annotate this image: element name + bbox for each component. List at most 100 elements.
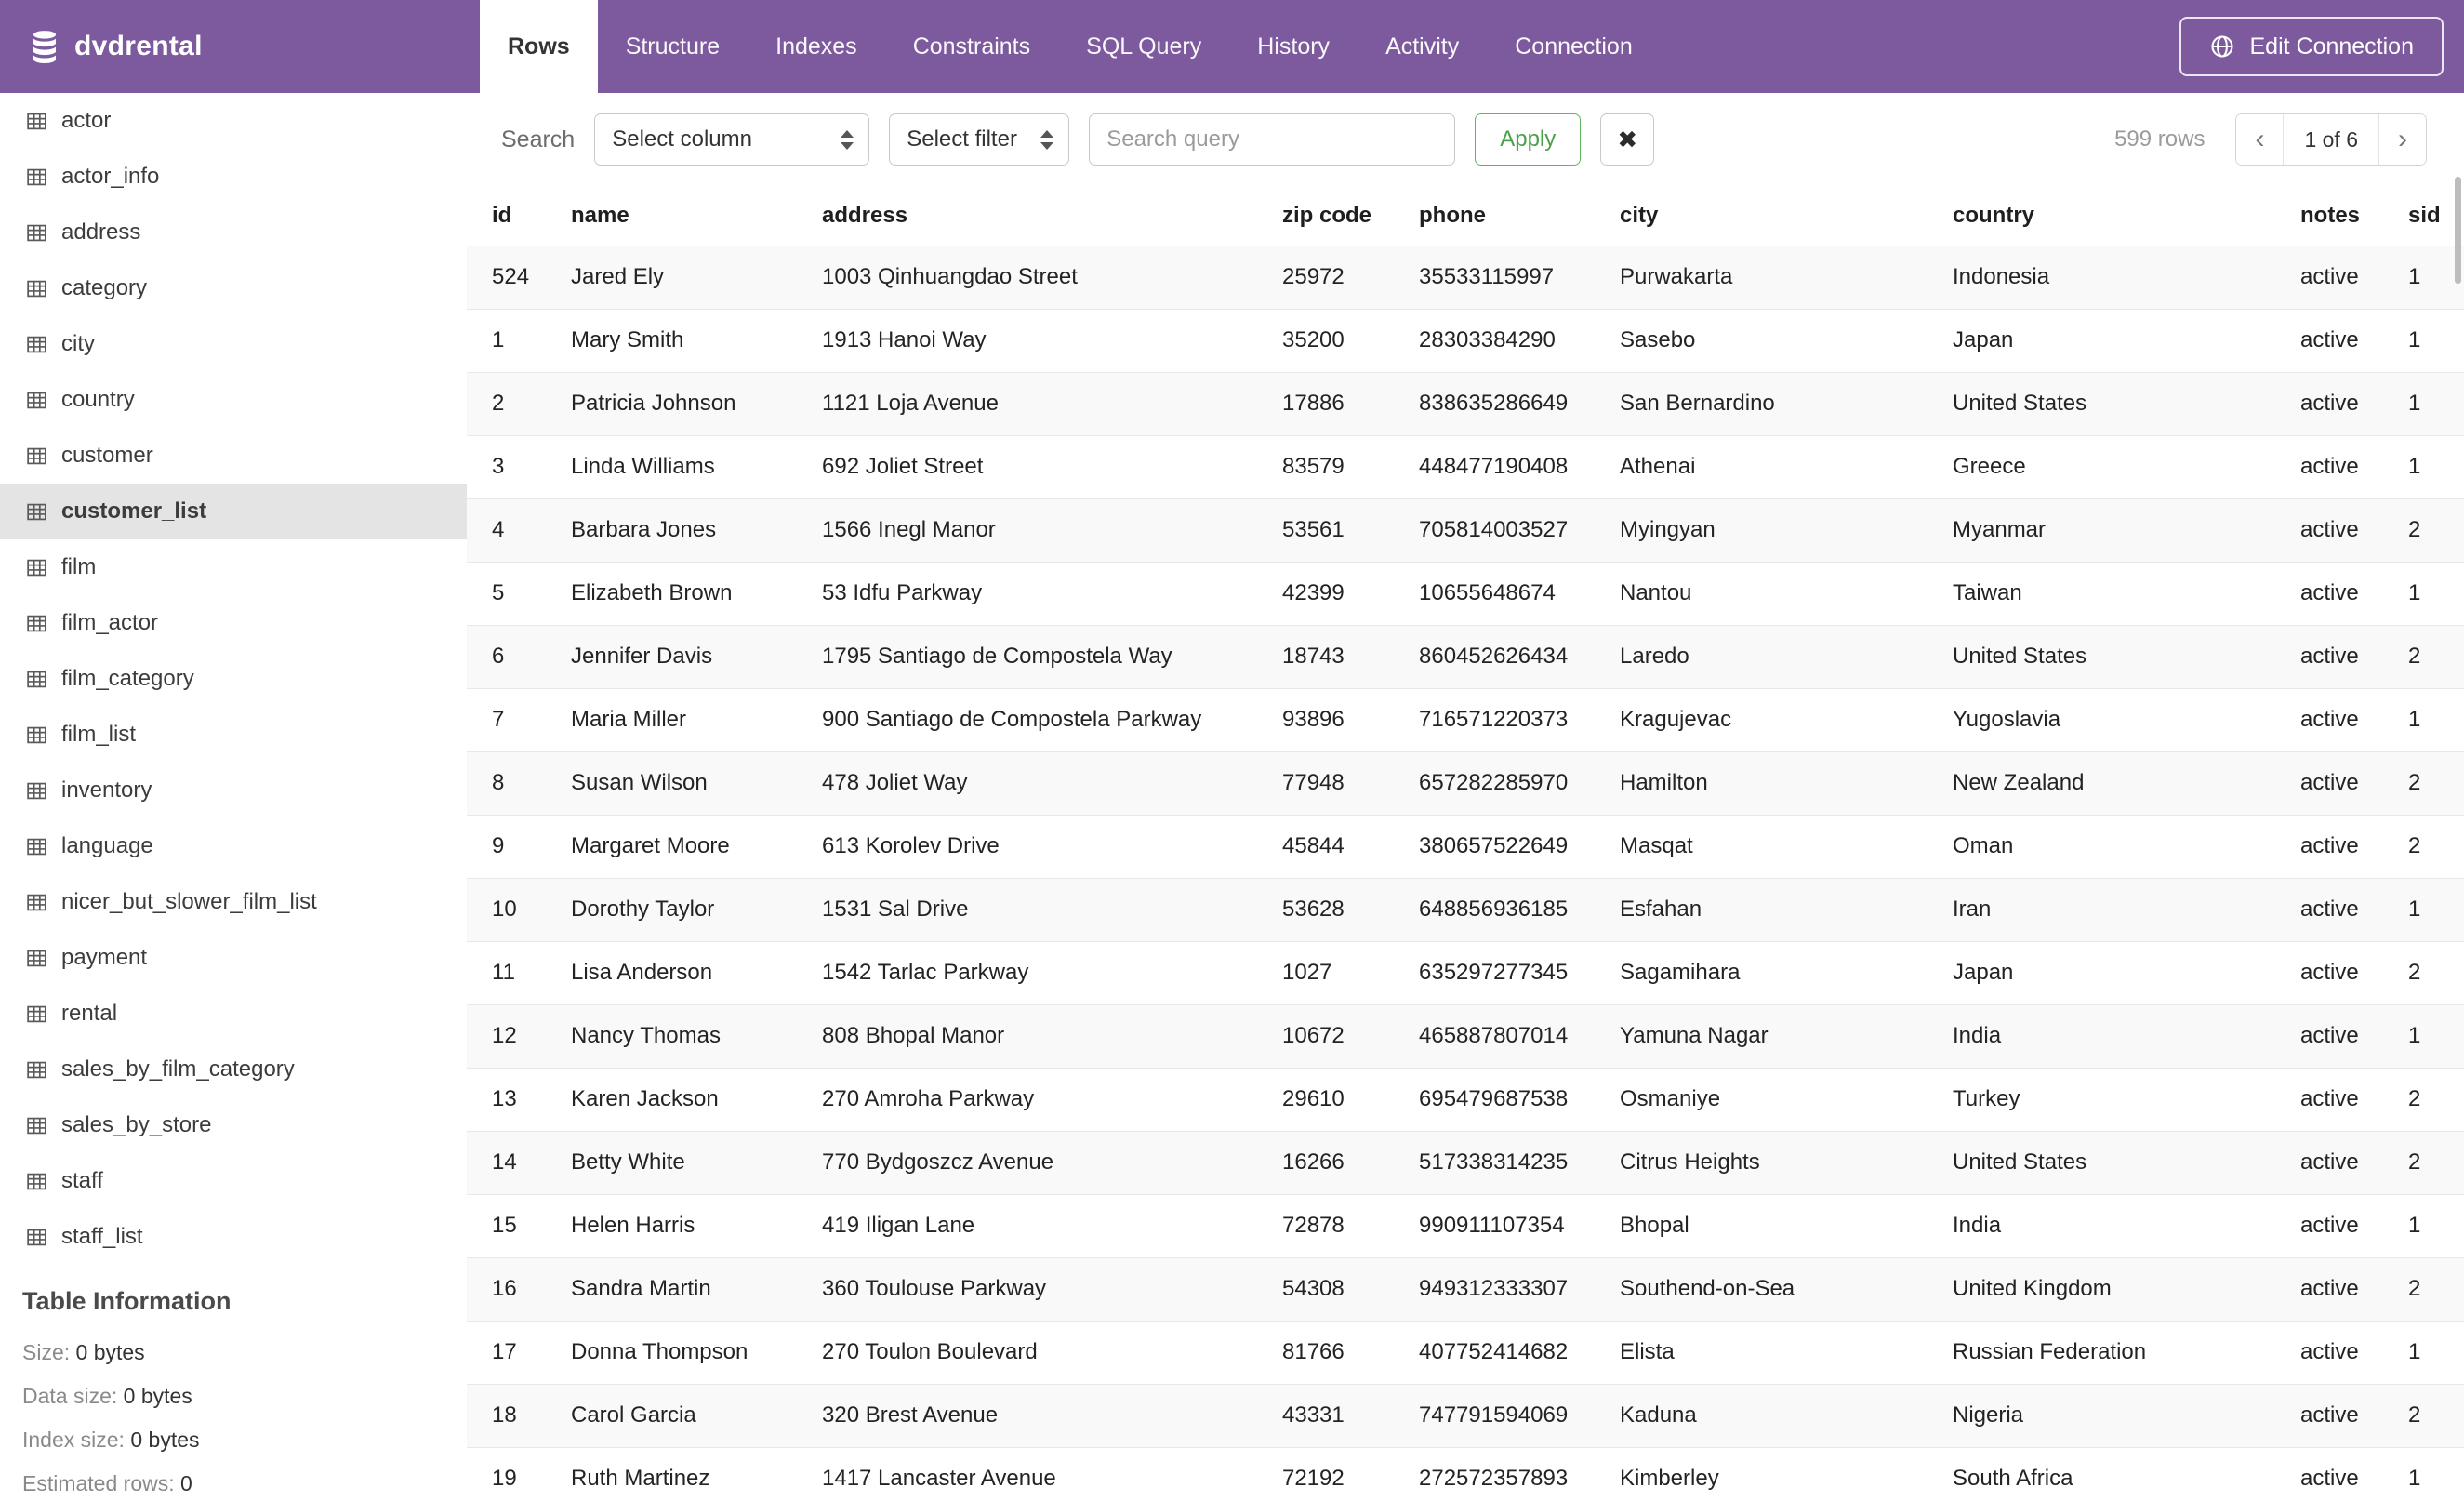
cell-id[interactable]: 6: [467, 625, 571, 689]
sidebar-table-film-list[interactable]: film_list: [0, 707, 467, 763]
cell-zip-code[interactable]: 72878: [1282, 1194, 1419, 1258]
cell-notes[interactable]: active: [2300, 309, 2408, 373]
cell-country[interactable]: Myanmar: [1953, 498, 2300, 563]
cell-zip-code[interactable]: 53561: [1282, 498, 1419, 563]
cell-address[interactable]: 770 Bydgoszcz Avenue: [822, 1131, 1282, 1195]
cell-phone[interactable]: 657282285970: [1419, 751, 1620, 816]
cell-phone[interactable]: 949312333307: [1419, 1257, 1620, 1322]
table-row[interactable]: 13 Karen Jackson 270 Amroha Parkway 29610 69…: [467, 1068, 2464, 1132]
cell-notes[interactable]: active: [2300, 1321, 2408, 1385]
cell-city[interactable]: Esfahan: [1620, 878, 1953, 942]
sidebar-table-inventory[interactable]: inventory: [0, 763, 467, 818]
cell-id[interactable]: 10: [467, 878, 571, 942]
tab-history[interactable]: History: [1229, 0, 1358, 93]
sidebar-table-city[interactable]: city: [0, 316, 467, 372]
cell-country[interactable]: Yugoslavia: [1953, 688, 2300, 752]
cell-id[interactable]: 4: [467, 498, 571, 563]
sidebar-table-country[interactable]: country: [0, 372, 467, 428]
cell-city[interactable]: Laredo: [1620, 625, 1953, 689]
cell-city[interactable]: Citrus Heights: [1620, 1131, 1953, 1195]
column-header-city[interactable]: city: [1620, 186, 1953, 246]
cell-id[interactable]: 17: [467, 1321, 571, 1385]
sidebar-table-customer[interactable]: customer: [0, 428, 467, 484]
cell-zip-code[interactable]: 18743: [1282, 625, 1419, 689]
table-row[interactable]: 8 Susan Wilson 478 Joliet Way 77948 65728228…: [467, 751, 2464, 816]
cell-city[interactable]: Hamilton: [1620, 751, 1953, 816]
cell-notes[interactable]: active: [2300, 246, 2408, 310]
cell-id[interactable]: 18: [467, 1384, 571, 1448]
cell-name[interactable]: Mary Smith: [571, 309, 822, 373]
cell-zip-code[interactable]: 10672: [1282, 1004, 1419, 1069]
tab-rows[interactable]: Rows: [480, 0, 598, 93]
cell-country[interactable]: Oman: [1953, 815, 2300, 879]
cell-city[interactable]: Southend-on-Sea: [1620, 1257, 1953, 1322]
cell-country[interactable]: Taiwan: [1953, 562, 2300, 626]
scrollbar-thumb[interactable]: [2455, 177, 2461, 284]
cell-country[interactable]: India: [1953, 1004, 2300, 1069]
cell-phone[interactable]: 517338314235: [1419, 1131, 1620, 1195]
cell-address[interactable]: 1795 Santiago de Compostela Way: [822, 625, 1282, 689]
table-row[interactable]: 5 Elizabeth Brown 53 Idfu Parkway 42399 1065…: [467, 562, 2464, 626]
cell-country[interactable]: India: [1953, 1194, 2300, 1258]
cell-phone[interactable]: 380657522649: [1419, 815, 1620, 879]
cell-address[interactable]: 808 Bhopal Manor: [822, 1004, 1282, 1069]
cell-notes[interactable]: active: [2300, 1447, 2408, 1501]
cell-name[interactable]: Helen Harris: [571, 1194, 822, 1258]
cell-notes[interactable]: active: [2300, 1384, 2408, 1448]
cell-id[interactable]: 14: [467, 1131, 571, 1195]
cell-zip-code[interactable]: 35200: [1282, 309, 1419, 373]
column-select[interactable]: Select column: [594, 113, 870, 166]
cell-zip-code[interactable]: 42399: [1282, 562, 1419, 626]
cell-name[interactable]: Sandra Martin: [571, 1257, 822, 1322]
cell-sid[interactable]: 2: [2408, 625, 2464, 689]
sidebar-table-staff[interactable]: staff: [0, 1153, 467, 1209]
cell-id[interactable]: 524: [467, 246, 571, 310]
cell-address[interactable]: 360 Toulouse Parkway: [822, 1257, 1282, 1322]
sidebar-table-sales-by-film-category[interactable]: sales_by_film_category: [0, 1042, 467, 1097]
cell-phone[interactable]: 35533115997: [1419, 246, 1620, 310]
edit-connection-button[interactable]: Edit Connection: [2179, 17, 2444, 76]
cell-name[interactable]: Linda Williams: [571, 435, 822, 499]
cell-address[interactable]: 1542 Tarlac Parkway: [822, 941, 1282, 1005]
cell-city[interactable]: Sasebo: [1620, 309, 1953, 373]
cell-address[interactable]: 613 Korolev Drive: [822, 815, 1282, 879]
apply-button[interactable]: Apply: [1475, 113, 1582, 166]
cell-id[interactable]: 11: [467, 941, 571, 1005]
cell-notes[interactable]: active: [2300, 1257, 2408, 1322]
cell-id[interactable]: 1: [467, 309, 571, 373]
cell-country[interactable]: Turkey: [1953, 1068, 2300, 1132]
cell-phone[interactable]: 635297277345: [1419, 941, 1620, 1005]
cell-phone[interactable]: 28303384290: [1419, 309, 1620, 373]
cell-sid[interactable]: 1: [2408, 1194, 2464, 1258]
cell-country[interactable]: Nigeria: [1953, 1384, 2300, 1448]
cell-country[interactable]: Indonesia: [1953, 246, 2300, 310]
table-row[interactable]: 4 Barbara Jones 1566 Inegl Manor 53561 70581…: [467, 498, 2464, 563]
table-row[interactable]: 524 Jared Ely 1003 Qinhuangdao Street 25972…: [467, 246, 2464, 310]
next-page-button[interactable]: ›: [2379, 114, 2426, 165]
cell-city[interactable]: Athenai: [1620, 435, 1953, 499]
cell-id[interactable]: 13: [467, 1068, 571, 1132]
cell-name[interactable]: Betty White: [571, 1131, 822, 1195]
sidebar-table-payment[interactable]: payment: [0, 930, 467, 986]
column-header-id[interactable]: id: [467, 186, 571, 246]
cell-notes[interactable]: active: [2300, 1068, 2408, 1132]
cell-address[interactable]: 270 Amroha Parkway: [822, 1068, 1282, 1132]
table-row[interactable]: 15 Helen Harris 419 Iligan Lane 72878 990911…: [467, 1194, 2464, 1258]
prev-page-button[interactable]: ‹: [2236, 114, 2284, 165]
cell-zip-code[interactable]: 45844: [1282, 815, 1419, 879]
table-row[interactable]: 19 Ruth Martinez 1417 Lancaster Avenue 7219…: [467, 1447, 2464, 1501]
cell-id[interactable]: 5: [467, 562, 571, 626]
table-row[interactable]: 10 Dorothy Taylor 1531 Sal Drive 53628 64885…: [467, 878, 2464, 942]
column-header-address[interactable]: address: [822, 186, 1282, 246]
cell-phone[interactable]: 465887807014: [1419, 1004, 1620, 1069]
cell-address[interactable]: 1566 Inegl Manor: [822, 498, 1282, 563]
cell-phone[interactable]: 10655648674: [1419, 562, 1620, 626]
cell-sid[interactable]: 2: [2408, 1257, 2464, 1322]
tab-connection[interactable]: Connection: [1487, 0, 1660, 93]
cell-country[interactable]: Russian Federation: [1953, 1321, 2300, 1385]
cell-phone[interactable]: 695479687538: [1419, 1068, 1620, 1132]
table-row[interactable]: 17 Donna Thompson 270 Toulon Boulevard 8176…: [467, 1321, 2464, 1385]
cell-id[interactable]: 12: [467, 1004, 571, 1069]
cell-notes[interactable]: active: [2300, 751, 2408, 816]
cell-name[interactable]: Ruth Martinez: [571, 1447, 822, 1501]
